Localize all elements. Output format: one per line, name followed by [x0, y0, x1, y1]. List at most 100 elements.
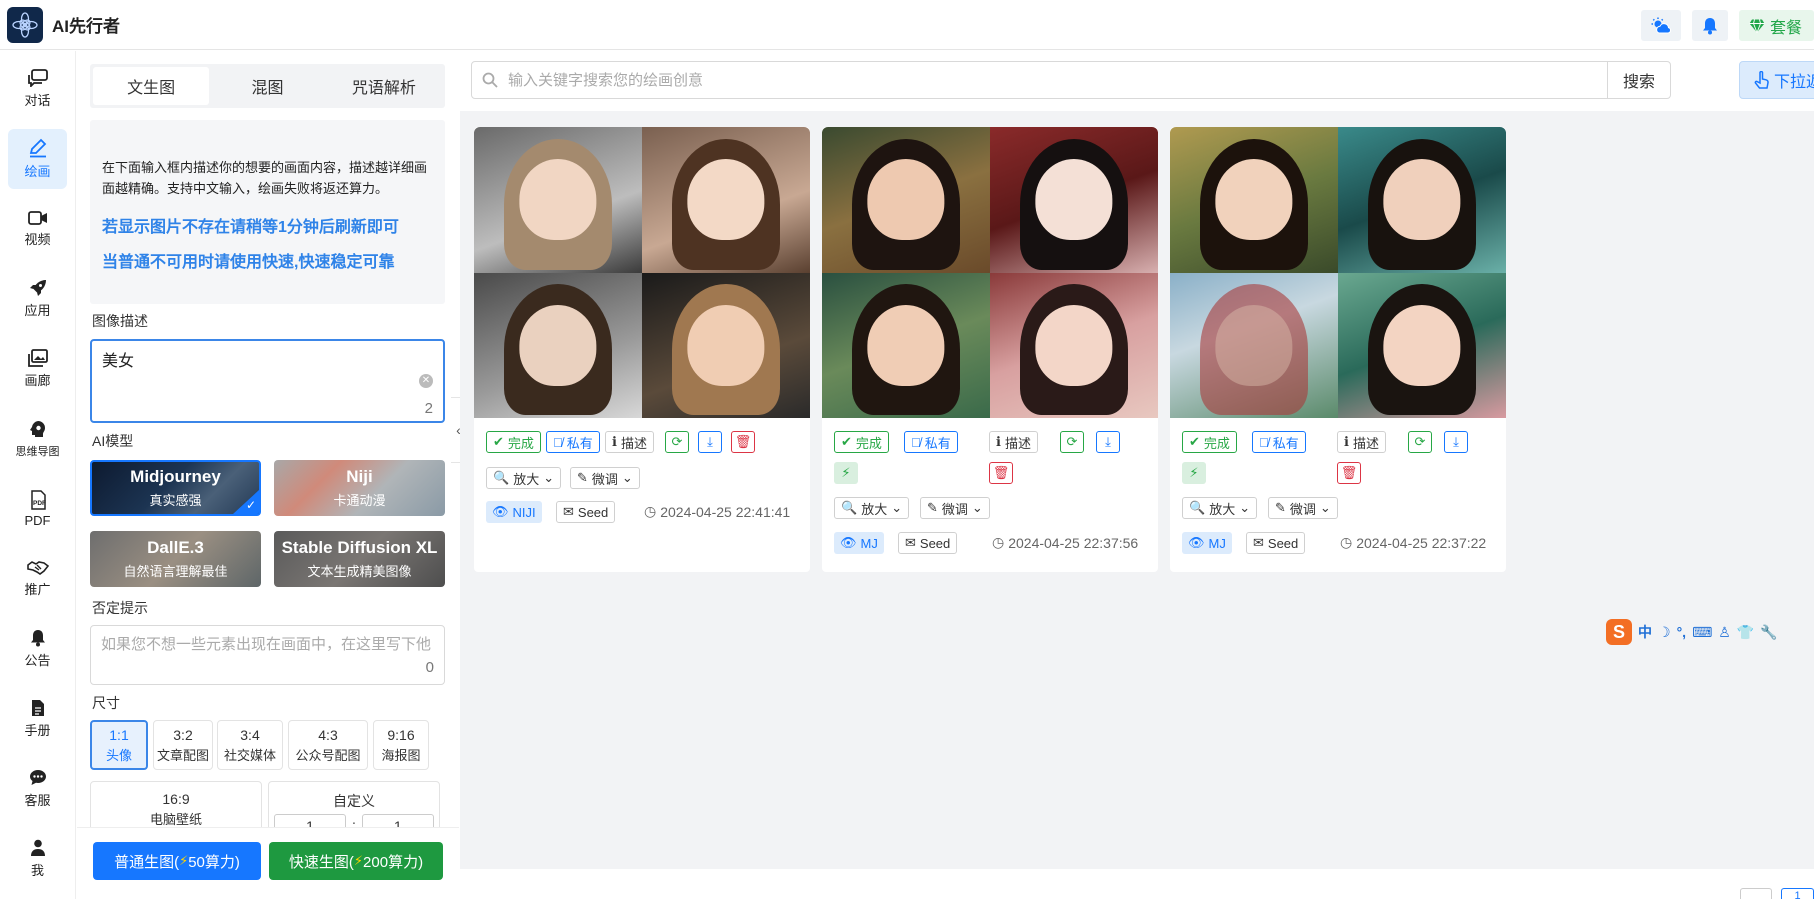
image-quadrant[interactable] [1170, 272, 1338, 418]
upscale-dropdown[interactable]: 🔍 放大 ⌄ [1182, 497, 1258, 519]
delete-button[interactable]: 🗑 [1337, 462, 1361, 484]
created-time: ◷ 2024-04-25 22:37:56 [992, 534, 1138, 551]
regenerate-button[interactable]: ⟳ [665, 431, 689, 453]
created-time: ◷ 2024-04-25 22:37:22 [1340, 534, 1486, 551]
app-logo[interactable] [7, 6, 43, 43]
private-toggle[interactable]: 👁̸ 私有 [546, 431, 600, 453]
delete-button[interactable]: 🗑 [989, 462, 1013, 484]
image-quadrant[interactable] [474, 272, 642, 418]
fast-generate-button[interactable]: 快速生图( ⚡ 200算力) [269, 842, 443, 880]
keyboard-icon[interactable]: ⌨ [1692, 624, 1712, 641]
ime-lang-toggle[interactable]: 中 [1638, 622, 1652, 642]
download-button[interactable]: ⤓ [698, 431, 722, 453]
model-sdxl[interactable]: Stable Diffusion XL 文本生成精美图像 [274, 531, 445, 587]
nav-label: 客服 [24, 793, 51, 808]
tab-text-to-image[interactable]: 文生图 [93, 67, 210, 105]
nav-item-manual[interactable]: 手册 [8, 689, 67, 749]
describe-button[interactable]: ℹ 描述 [1337, 431, 1386, 453]
seed-button[interactable]: ✉ Seed [556, 501, 616, 523]
describe-button[interactable]: ℹ 描述 [605, 431, 654, 453]
normal-generate-cost: 50算力) [188, 853, 240, 871]
private-toggle[interactable]: 👁̸ 私有 [1252, 431, 1306, 453]
weather-theme-button[interactable] [1640, 10, 1681, 41]
size-4-3[interactable]: 4:3 公众号配图 [288, 720, 368, 770]
upscale-dropdown[interactable]: 🔍 放大 ⌄ [486, 467, 562, 489]
image-quadrant[interactable] [990, 127, 1158, 273]
delete-button[interactable]: 🗑 [731, 431, 755, 453]
download-button[interactable]: ⤓ [1444, 431, 1468, 453]
tune-dropdown[interactable]: ✎ 微调 ⌄ [570, 467, 640, 489]
image-quadrant[interactable] [474, 127, 642, 273]
info-icon: ℹ [612, 434, 617, 449]
normal-generate-button[interactable]: 普通生图( ⚡ 50算力) [93, 842, 261, 880]
moon-icon[interactable]: ☽ [1658, 624, 1671, 641]
package-button[interactable]: 套餐 [1738, 10, 1814, 41]
size-3-4[interactable]: 3:4 社交媒体 [217, 720, 283, 770]
generated-image-grid[interactable] [1170, 127, 1506, 418]
download-button[interactable]: ⤓ [1096, 431, 1120, 453]
upscale-dropdown[interactable]: 🔍 放大 ⌄ [834, 497, 910, 519]
tune-label: 微调 [591, 471, 618, 487]
nav-item-me[interactable]: 我 [8, 829, 67, 889]
tune-dropdown[interactable]: ✎ 微调 ⌄ [1268, 497, 1338, 519]
image-quadrant[interactable] [822, 127, 990, 273]
regenerate-button[interactable]: ⟳ [1408, 431, 1432, 453]
describe-button[interactable]: ℹ 描述 [989, 431, 1038, 453]
notification-button[interactable] [1691, 10, 1728, 41]
regenerate-button[interactable]: ⟳ [1060, 431, 1084, 453]
model-midjourney[interactable]: Midjourney 真实感强 ✓ [90, 460, 261, 516]
punctuation-icon[interactable]: °, [1677, 624, 1687, 640]
image-quadrant[interactable] [642, 127, 810, 273]
ime-logo-icon[interactable]: S [1606, 619, 1632, 645]
tune-dropdown[interactable]: ✎ 微调 ⌄ [920, 497, 990, 519]
nav-item-gallery[interactable]: 画廊 [8, 339, 67, 399]
tab-prompt-analysis[interactable]: 咒语解析 [326, 67, 442, 105]
tune-label: 微调 [941, 501, 968, 517]
pull-button[interactable]: 下拉返 [1739, 61, 1814, 99]
tab-blend[interactable]: 混图 [209, 67, 325, 105]
generated-image-grid[interactable] [474, 127, 810, 418]
negative-prompt-input[interactable]: 如果您不想一些元素出现在画面中，在这里写下他 0 [90, 625, 445, 685]
image-quadrant[interactable] [642, 272, 810, 418]
pager-page-1[interactable]: 1 [1781, 888, 1814, 899]
image-quadrant[interactable] [822, 272, 990, 418]
image-quadrant[interactable] [1170, 127, 1338, 273]
pager-prev[interactable] [1740, 888, 1772, 899]
download-icon: ⤓ [707, 434, 713, 449]
nav-item-promote[interactable]: 推广 [8, 549, 67, 609]
nav-item-paint[interactable]: 绘画 [8, 129, 67, 189]
clear-icon[interactable]: ✕ [419, 374, 433, 388]
seed-button[interactable]: ✉ Seed [898, 532, 958, 554]
nav-item-video[interactable]: 视频 [8, 199, 67, 259]
model-niji[interactable]: Niji 卡通动漫 [274, 460, 445, 516]
size-3-2[interactable]: 3:2 文章配图 [153, 720, 213, 770]
nav-item-mindmap[interactable]: 思维导图 [8, 409, 67, 469]
nav-item-chat[interactable]: 对话 [8, 59, 67, 119]
pdf-icon: PDF [30, 490, 46, 510]
image-quadrant[interactable] [990, 272, 1158, 418]
nav-item-apps[interactable]: 应用 [8, 269, 67, 329]
nav-item-support[interactable]: 客服 [8, 759, 67, 819]
model-dalle3[interactable]: DallE.3 自然语言理解最佳 [90, 531, 261, 587]
size-1-1[interactable]: 1:1 头像 [90, 720, 148, 770]
model-label: AI模型 [92, 433, 134, 449]
tune-label: 微调 [1289, 501, 1316, 517]
image-quadrant[interactable] [1338, 127, 1506, 273]
size-9-16[interactable]: 9:16 海报图 [373, 720, 429, 770]
generated-image-grid[interactable] [822, 127, 1158, 418]
image-quadrant[interactable] [1338, 272, 1506, 418]
wrench-icon[interactable]: 🔧 [1760, 624, 1777, 641]
seed-button[interactable]: ✉ Seed [1246, 532, 1306, 554]
model-desc: 卡通动漫 [333, 493, 386, 508]
fast-generate-label: 快速生图( [288, 853, 354, 871]
skin-icon[interactable]: 👕 [1737, 624, 1754, 641]
private-toggle[interactable]: 👁̸ 私有 [904, 431, 958, 453]
nav-item-pdf[interactable]: PDF PDF [8, 479, 67, 539]
check-icon: ✓ [245, 498, 256, 512]
search-input[interactable] [508, 63, 1607, 97]
search-button[interactable]: 搜索 [1607, 62, 1670, 98]
model-desc: 真实感强 [149, 493, 202, 508]
prompt-input[interactable]: 美女 ✕ 2 [90, 339, 445, 423]
nav-item-announcement[interactable]: 公告 [8, 619, 67, 679]
user-icon[interactable]: ♙ [1718, 624, 1731, 641]
